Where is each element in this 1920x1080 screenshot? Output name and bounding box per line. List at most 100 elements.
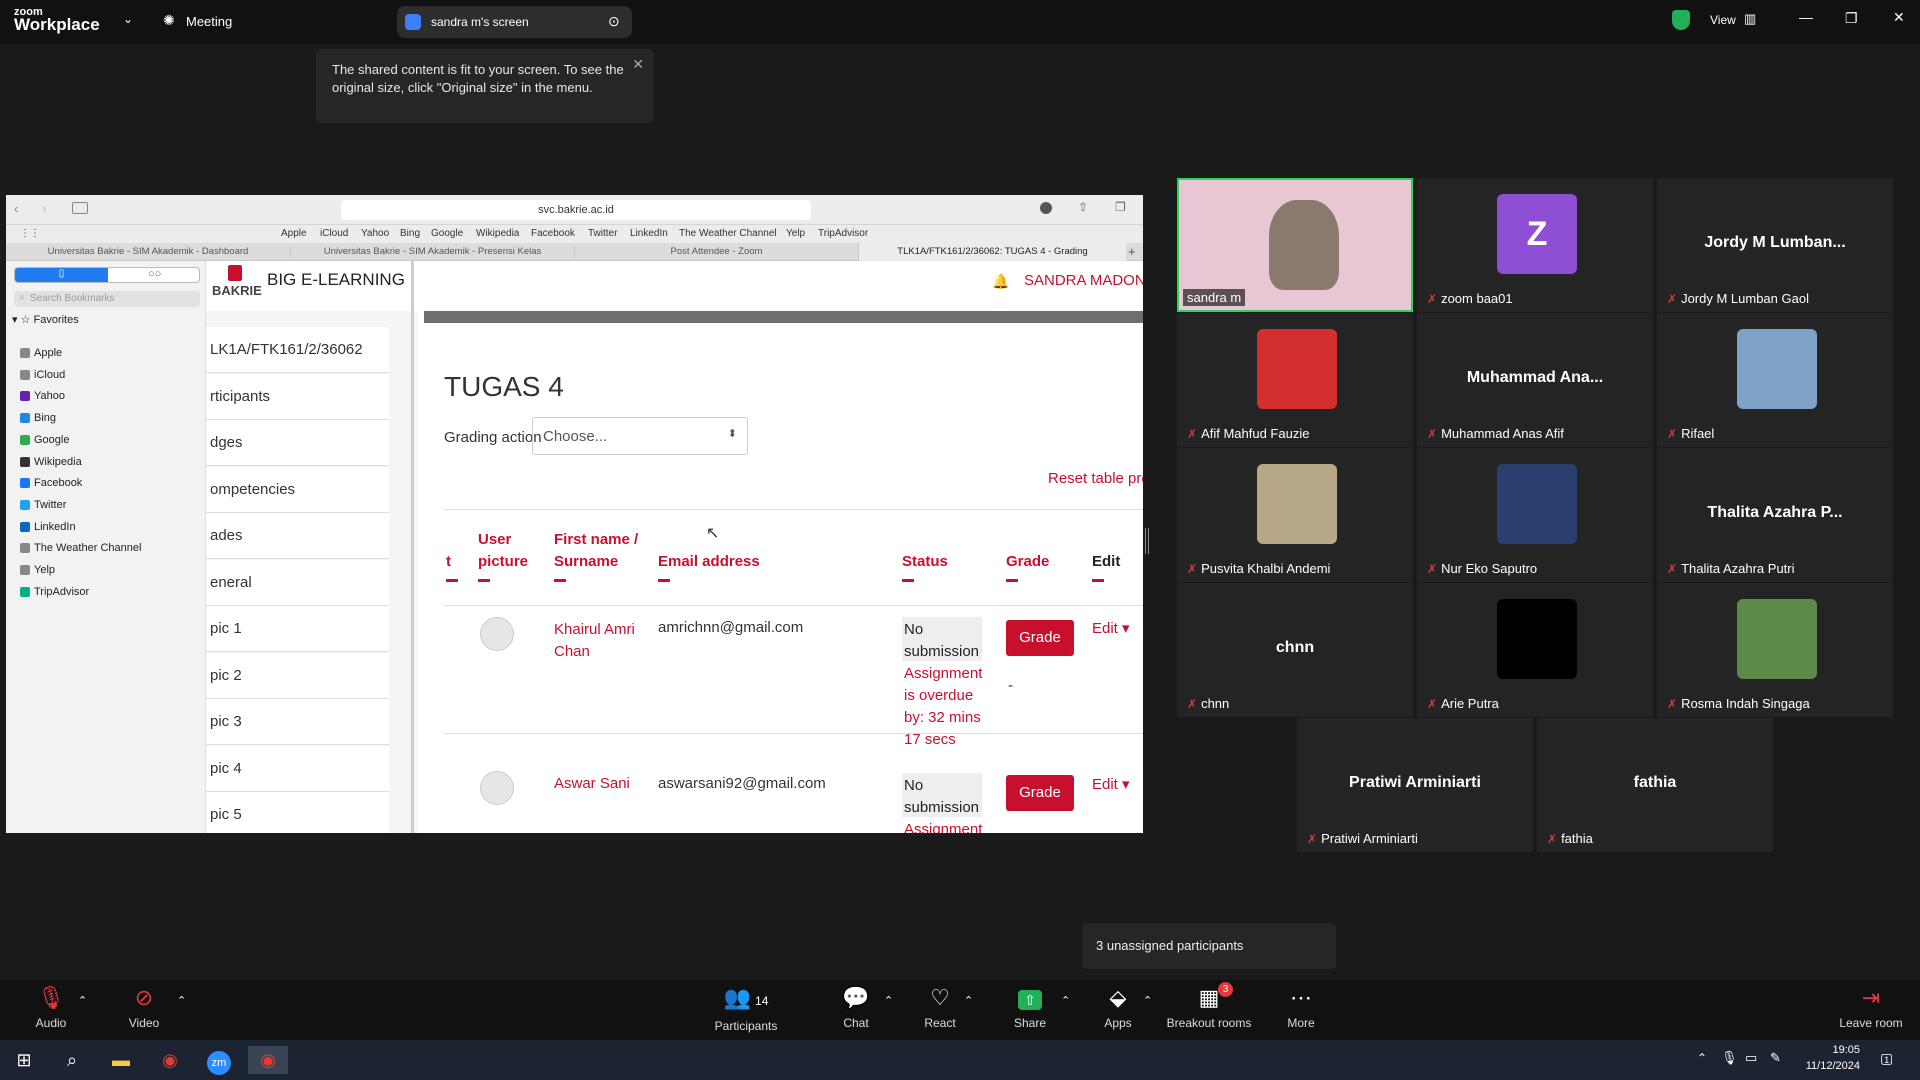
video-button[interactable]: ⊘ Video bbox=[99, 980, 189, 1040]
user-menu[interactable]: SANDRA MADONN bbox=[1024, 272, 1143, 289]
tab-presensi[interactable]: Universitas Bakrie - SIM Akademik - Pres… bbox=[290, 246, 574, 257]
unassigned-participants-popup[interactable]: 3 unassigned participants bbox=[1082, 923, 1336, 969]
tab-dashboard[interactable]: Universitas Bakrie - SIM Akademik - Dash… bbox=[6, 246, 290, 257]
react-options-caret-icon[interactable]: ⌃ bbox=[964, 994, 973, 1007]
close-icon[interactable]: ✕ bbox=[632, 55, 644, 73]
participants-button[interactable]: 👥 14 Participants bbox=[701, 980, 791, 1040]
participant-tile[interactable]: ✗ Rosma Indah Singaga bbox=[1657, 583, 1893, 717]
screen-share-pill[interactable]: sandra m's screen ⊙ bbox=[397, 6, 632, 38]
fav-linkedin[interactable]: LinkedIn bbox=[630, 228, 668, 239]
participant-tile[interactable]: sandra m bbox=[1177, 178, 1413, 312]
course-nav-item[interactable]: pic 1 bbox=[206, 606, 389, 652]
bookmarks-search-input[interactable]: ⌕ Search Bookmarks bbox=[14, 291, 200, 307]
windows-start-icon[interactable]: ⊞ bbox=[4, 1046, 44, 1074]
fav-apple[interactable]: Apple bbox=[281, 228, 307, 239]
bookmark-item[interactable]: Yahoo bbox=[20, 388, 65, 404]
edit-menu[interactable]: Edit ▾ bbox=[1092, 619, 1130, 637]
fav-icloud[interactable]: iCloud bbox=[320, 228, 348, 239]
tab-post-attendee[interactable]: Post Attendee - Zoom bbox=[574, 246, 858, 257]
chat-options-caret-icon[interactable]: ⌃ bbox=[884, 994, 893, 1007]
chrome-active-icon[interactable]: ◉ bbox=[248, 1046, 288, 1074]
share-icon[interactable]: ⇧ bbox=[1078, 200, 1088, 214]
bookmark-item[interactable]: LinkedIn bbox=[20, 519, 76, 535]
col-header-grade[interactable]: Grade bbox=[1006, 551, 1049, 582]
student-name-link[interactable]: Aswar Sani bbox=[554, 775, 630, 792]
course-nav-item[interactable]: pic 3 bbox=[206, 699, 389, 745]
sidebar-segment-control[interactable]: ▯ ○○ bbox=[14, 267, 200, 283]
bookmark-item[interactable]: Google bbox=[20, 432, 69, 448]
participant-tile[interactable]: fathia ✗ fathia bbox=[1537, 718, 1773, 852]
file-explorer-icon[interactable]: ▬ bbox=[101, 1046, 141, 1074]
split-resize-handle[interactable] bbox=[1145, 528, 1149, 554]
address-bar[interactable]: svc.bakrie.ac.id bbox=[341, 200, 811, 220]
grading-action-select[interactable]: Choose... ⬍ bbox=[532, 417, 748, 455]
bookmark-item[interactable]: Yelp bbox=[20, 562, 55, 578]
grade-button[interactable]: Grade bbox=[1006, 620, 1074, 656]
fav-wikipedia[interactable]: Wikipedia bbox=[476, 228, 519, 239]
share-button[interactable]: ⇧ Share bbox=[985, 980, 1075, 1040]
bookmark-item[interactable]: Twitter bbox=[20, 497, 66, 513]
col-header-status[interactable]: Status bbox=[902, 551, 948, 582]
react-button[interactable]: ♡ React bbox=[895, 980, 985, 1040]
participant-tile[interactable]: Jordy M Lumban... ✗ Jordy M Lumban Gaol bbox=[1657, 178, 1893, 312]
audio-options-caret-icon[interactable]: ⌃ bbox=[78, 994, 87, 1007]
course-nav-item[interactable]: LK1A/FTK161/2/36062 bbox=[206, 327, 389, 373]
view-button[interactable]: View bbox=[1710, 13, 1736, 27]
participant-tile[interactable]: Z ✗ zoom baa01 bbox=[1417, 178, 1653, 312]
breakout-rooms-button[interactable]: ▦ 3 Breakout rooms bbox=[1164, 980, 1254, 1040]
clock-time[interactable]: 19:05 bbox=[1800, 1044, 1860, 1056]
course-nav-item[interactable]: ompetencies bbox=[206, 466, 389, 513]
bookmarks-book-icon[interactable]: ▯ bbox=[15, 268, 108, 282]
bookmark-item[interactable]: Apple bbox=[20, 345, 62, 361]
grade-button[interactable]: Grade bbox=[1006, 775, 1074, 811]
participant-tile[interactable]: ✗ Nur Eko Saputro bbox=[1417, 448, 1653, 582]
participant-tile[interactable]: Thalita Azahra P... ✗ Thalita Azahra Putri bbox=[1657, 448, 1893, 582]
shield-icon[interactable] bbox=[1672, 10, 1690, 30]
course-nav-item[interactable]: dges bbox=[206, 420, 389, 466]
fav-twitter[interactable]: Twitter bbox=[588, 228, 617, 239]
chevron-down-icon[interactable]: ⌄ bbox=[123, 12, 133, 26]
bookmark-item[interactable]: Wikipedia bbox=[20, 454, 82, 470]
audio-button[interactable]: 🎙 Audio bbox=[6, 980, 96, 1040]
participant-tile[interactable]: Muhammad Ana... ✗ Muhammad Anas Afif bbox=[1417, 313, 1653, 447]
col-header-email[interactable]: Email address bbox=[658, 551, 760, 582]
bookmark-item[interactable]: TripAdvisor bbox=[20, 584, 89, 600]
bookmark-item[interactable]: The Weather Channel bbox=[20, 540, 141, 556]
bookmark-item[interactable]: iCloud bbox=[20, 367, 65, 383]
tab-grading[interactable]: TLK1A/FTK161/2/36062: TUGAS 4 - Grading bbox=[858, 243, 1126, 261]
close-window-icon[interactable]: ✕ bbox=[1893, 9, 1905, 26]
search-icon[interactable]: ⌕ bbox=[52, 1046, 92, 1074]
fav-yelp[interactable]: Yelp bbox=[786, 228, 805, 239]
favorites-folder[interactable]: ▾ ☆ Favorites bbox=[12, 313, 79, 329]
fav-tripadvisor[interactable]: TripAdvisor bbox=[818, 228, 868, 239]
new-tab-icon[interactable]: + bbox=[1128, 244, 1136, 259]
forward-icon[interactable]: › bbox=[42, 201, 46, 216]
download-icon[interactable] bbox=[1040, 202, 1052, 214]
bookmark-item[interactable]: Facebook bbox=[20, 475, 82, 491]
video-options-caret-icon[interactable]: ⌃ bbox=[177, 994, 186, 1007]
restore-icon[interactable]: ❐ bbox=[1845, 10, 1858, 27]
minimize-icon[interactable]: — bbox=[1799, 9, 1813, 25]
microphone-tray-icon[interactable]: 🎙 bbox=[1721, 1050, 1738, 1066]
reset-table-link[interactable]: Reset table pre bbox=[1048, 470, 1143, 487]
sidebar-toggle-icon[interactable] bbox=[72, 202, 88, 214]
edit-menu[interactable]: Edit ▾ bbox=[1092, 775, 1130, 793]
fav-yahoo[interactable]: Yahoo bbox=[361, 228, 389, 239]
notification-icon[interactable]: ▢1 bbox=[1880, 1050, 1893, 1067]
bell-icon[interactable]: 🔔 bbox=[992, 273, 1009, 290]
tray-caret-icon[interactable]: ⌃ bbox=[1697, 1051, 1707, 1065]
reading-list-icon[interactable]: ○○ bbox=[148, 268, 161, 280]
leave-room-button[interactable]: ⇥ Leave room bbox=[1826, 980, 1916, 1040]
site-title[interactable]: BIG E-LEARNING bbox=[267, 270, 405, 290]
fav-facebook[interactable]: Facebook bbox=[531, 228, 575, 239]
apps-grid-icon[interactable]: ⋮⋮ bbox=[20, 228, 40, 239]
course-nav-item[interactable]: eneral bbox=[206, 559, 389, 606]
course-nav-item[interactable]: pic 4 bbox=[206, 745, 389, 792]
col-header-truncated[interactable]: t bbox=[446, 551, 458, 582]
participant-tile[interactable]: ✗ Pusvita Khalbi Andemi bbox=[1177, 448, 1413, 582]
bookmark-item[interactable]: Bing bbox=[20, 410, 56, 426]
more-options-icon[interactable]: ⊙ bbox=[608, 13, 620, 30]
student-name-link[interactable]: Khairul Amri Chan bbox=[554, 619, 644, 663]
fav-weather[interactable]: The Weather Channel bbox=[679, 228, 777, 239]
col-header-name[interactable]: First name / Surname bbox=[554, 529, 644, 582]
